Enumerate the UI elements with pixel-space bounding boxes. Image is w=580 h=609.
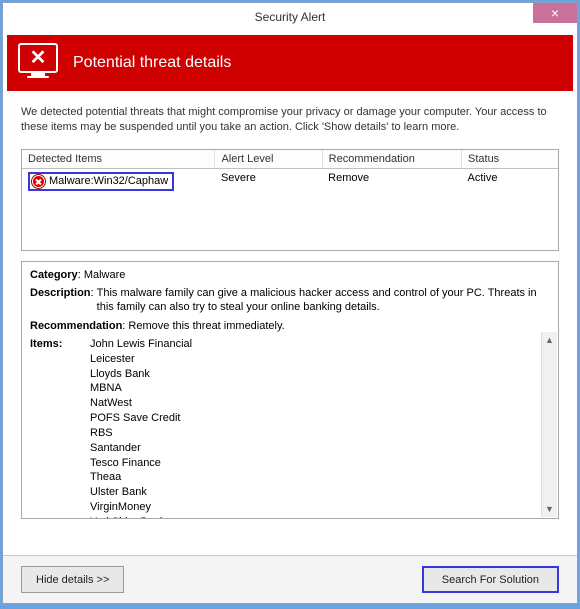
error-icon	[32, 175, 45, 188]
detected-items-table: Detected Items Alert Level Recommendatio…	[21, 149, 559, 251]
list-item: Santander	[90, 441, 550, 456]
list-item: Ulster Bank	[90, 485, 550, 500]
scrollbar[interactable]: ▲ ▼	[541, 332, 557, 517]
list-item: YorkShire Bank	[90, 515, 550, 519]
table-row[interactable]: Malware:Win32/Caphaw Severe Remove Activ…	[22, 168, 558, 194]
banner-title: Potential threat details	[73, 54, 231, 72]
list-item: Theaa	[90, 470, 550, 485]
scroll-down-icon[interactable]: ▼	[543, 501, 557, 517]
list-item: Leicester	[90, 352, 550, 367]
scroll-up-icon[interactable]: ▲	[543, 332, 557, 348]
titlebar: Security Alert ×	[3, 3, 577, 31]
table-header-row: Detected Items Alert Level Recommendatio…	[22, 150, 558, 169]
items-label: Items:	[30, 338, 62, 350]
threat-status: Active	[462, 168, 559, 194]
recommendation-label: Recommendation	[30, 320, 122, 332]
threat-monitor-icon: ✕	[17, 43, 59, 83]
items-list: John Lewis FinancialLeicesterLloyds Bank…	[88, 337, 550, 519]
hide-details-button[interactable]: Hide details >>	[21, 566, 124, 593]
category-value: Malware	[84, 269, 126, 281]
close-icon: ×	[551, 5, 559, 21]
list-item: John Lewis Financial	[90, 337, 550, 352]
description-label: Description	[30, 287, 91, 299]
threat-level: Severe	[215, 168, 322, 194]
security-alert-window: Security Alert × ✕ Potential threat deta…	[2, 2, 578, 604]
list-item: RBS	[90, 426, 550, 441]
threat-name-cell[interactable]: Malware:Win32/Caphaw	[28, 172, 174, 191]
col-status: Status	[462, 150, 559, 169]
list-item: Tesco Finance	[90, 456, 550, 471]
list-item: Lloyds Bank	[90, 367, 550, 382]
recommendation-value: Remove this threat immediately.	[128, 320, 284, 332]
list-item: VirginMoney	[90, 500, 550, 515]
list-item: MBNA	[90, 381, 550, 396]
col-detected: Detected Items	[22, 150, 215, 169]
col-level: Alert Level	[215, 150, 322, 169]
search-solution-button[interactable]: Search For Solution	[422, 566, 559, 593]
close-button[interactable]: ×	[533, 3, 577, 23]
description-text: We detected potential threats that might…	[3, 95, 577, 149]
alert-banner: ✕ Potential threat details	[7, 35, 573, 91]
threat-name: Malware:Win32/Caphaw	[49, 175, 168, 187]
list-item: NatWest	[90, 396, 550, 411]
category-label: Category	[30, 269, 78, 281]
threat-recommendation: Remove	[322, 168, 461, 194]
description-value: This malware family can give a malicious…	[97, 286, 550, 315]
details-panel: Category: Malware Description: This malw…	[21, 261, 559, 519]
window-title: Security Alert	[255, 10, 326, 24]
list-item: POFS Save Credit	[90, 411, 550, 426]
col-recommendation: Recommendation	[322, 150, 461, 169]
footer: Hide details >> Search For Solution	[3, 555, 577, 603]
